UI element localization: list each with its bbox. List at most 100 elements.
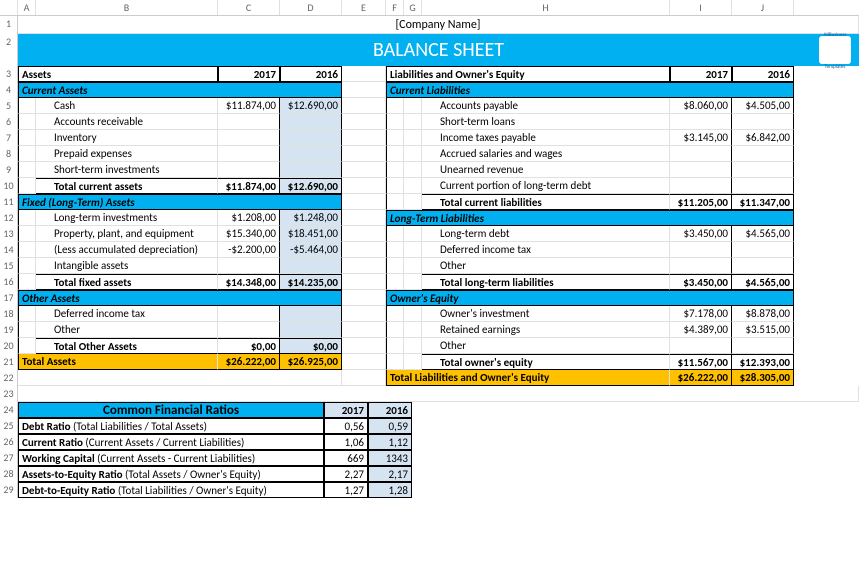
wc-label[interactable]: Working Capital (Current Assets - Curren… (18, 450, 324, 466)
ret-earn-2016[interactable]: $3.515,00 (732, 322, 794, 338)
lt-inv-2016[interactable]: $1.248,00 (280, 210, 342, 226)
ate-2017[interactable]: 2,27 (324, 466, 368, 482)
row-header[interactable]: 4 (0, 82, 18, 98)
total-other-2017[interactable]: $0,00 (218, 338, 280, 354)
col-header-A[interactable]: A (18, 0, 36, 15)
total-fixed-label[interactable]: Total fixed assets (36, 274, 218, 290)
inc-tax-2017[interactable]: $3.145,00 (670, 130, 732, 146)
st-inv-label[interactable]: Short-term investments (36, 162, 218, 178)
own-inv-2016[interactable]: $8.878,00 (732, 306, 794, 322)
ap-label[interactable]: Accounts payable (422, 98, 670, 114)
ap-2017[interactable]: $8.060,00 (670, 98, 732, 114)
liabilities-header[interactable]: Liabilities and Owner's Equity (386, 66, 670, 82)
row-header[interactable]: 10 (0, 178, 18, 194)
other-asset-label[interactable]: Other (36, 322, 218, 338)
total-cur-liab-2017[interactable]: $11.205,00 (670, 194, 732, 210)
col-header-G[interactable]: G (404, 0, 422, 15)
row-header[interactable]: 26 (0, 434, 18, 450)
debt-ratio-label[interactable]: Debt Ratio (Total Liabilities / Total As… (18, 418, 324, 434)
total-other-label[interactable]: Total Other Assets (36, 338, 218, 354)
ret-earn-label[interactable]: Retained earnings (422, 322, 670, 338)
unearned-label[interactable]: Unearned revenue (422, 162, 670, 178)
current-liab-section[interactable]: Current Liabilities (386, 82, 794, 98)
lt-debt-2016[interactable]: $4.565,00 (732, 226, 794, 242)
inc-tax-label[interactable]: Income taxes payable (422, 130, 670, 146)
def-tax-asset-label[interactable]: Deferred income tax (36, 306, 218, 322)
ret-earn-2017[interactable]: $4.389,00 (670, 322, 732, 338)
own-inv-2017[interactable]: $7.178,00 (670, 306, 732, 322)
intangible-label[interactable]: Intangible assets (36, 258, 218, 274)
dte-2017[interactable]: 1,27 (324, 482, 368, 498)
row-header[interactable]: 23 (0, 386, 18, 402)
ate-label[interactable]: Assets-to-Equity Ratio (Total Assets / O… (18, 466, 324, 482)
row-header[interactable]: 16 (0, 274, 18, 290)
row-header[interactable]: 18 (0, 306, 18, 322)
col-header-B[interactable]: B (36, 0, 218, 15)
cash-2016[interactable]: $12.690,00 (280, 98, 342, 114)
depr-label[interactable]: (Less accumulated depreciation) (36, 242, 218, 258)
row-header[interactable]: 24 (0, 402, 18, 418)
cash-label[interactable]: Cash (36, 98, 218, 114)
col-header-I[interactable]: I (670, 0, 732, 15)
row-header[interactable]: 11 (0, 194, 18, 210)
current-ratio-2017[interactable]: 1,06 (324, 434, 368, 450)
col-header-C[interactable]: C (218, 0, 280, 15)
total-lt-liab-2016[interactable]: $4.565,00 (732, 274, 794, 290)
total-cur-liab-label[interactable]: Total current liabilities (422, 194, 670, 210)
total-eq-2017[interactable]: $11.567,00 (670, 354, 732, 370)
row-header[interactable]: 2 (0, 34, 18, 66)
ap-2016[interactable]: $4.505,00 (732, 98, 794, 114)
lt-inv-label[interactable]: Long-term investments (36, 210, 218, 226)
spreadsheet[interactable]: A B C D E F G H I J 1 [Company Name] 2 B… (0, 0, 859, 565)
dte-label[interactable]: Debt-to-Equity Ratio (Total Liabilities … (18, 482, 324, 498)
total-fixed-2016[interactable]: $14.235,00 (280, 274, 342, 290)
row-header[interactable]: 12 (0, 210, 18, 226)
debt-ratio-2016[interactable]: 0,59 (368, 418, 412, 434)
row-header[interactable]: 27 (0, 450, 18, 466)
own-inv-label[interactable]: Owner's investment (422, 306, 670, 322)
total-current-assets-label[interactable]: Total current assets (36, 178, 218, 194)
total-cur-liab-2016[interactable]: $11.347,00 (732, 194, 794, 210)
col-header-H[interactable]: H (422, 0, 670, 15)
row-header[interactable]: 29 (0, 482, 18, 498)
row-header[interactable]: 21 (0, 354, 18, 370)
row-header[interactable]: 15 (0, 258, 18, 274)
total-eq-2016[interactable]: $12.393,00 (732, 354, 794, 370)
ppe-2017[interactable]: $15.340,00 (218, 226, 280, 242)
other-assets-section[interactable]: Other Assets (18, 290, 342, 306)
accrued-label[interactable]: Accrued salaries and wages (422, 146, 670, 162)
inventory-label[interactable]: Inventory (36, 130, 218, 146)
row-header[interactable]: 28 (0, 466, 18, 482)
total-liab-eq-2016[interactable]: $28.305,00 (732, 370, 794, 386)
total-current-assets-2016[interactable]: $12.690,00 (280, 178, 342, 194)
ratio-year-2016[interactable]: 2016 (368, 402, 412, 418)
row-header[interactable]: 7 (0, 130, 18, 146)
current-ratio-2016[interactable]: 1,12 (368, 434, 412, 450)
def-tax-liab-label[interactable]: Deferred income tax (422, 242, 670, 258)
row-header[interactable]: 5 (0, 98, 18, 114)
wc-2016[interactable]: 1343 (368, 450, 412, 466)
row-header[interactable]: 9 (0, 162, 18, 178)
year-2017-r[interactable]: 2017 (670, 66, 732, 82)
total-lt-liab-label[interactable]: Total long-term liabilities (422, 274, 670, 290)
lt-liab-section[interactable]: Long-Term Liabilities (386, 210, 794, 226)
prepaid-label[interactable]: Prepaid expenses (36, 146, 218, 162)
inc-tax-2016[interactable]: $6.842,00 (732, 130, 794, 146)
lt-inv-2017[interactable]: $1.208,00 (218, 210, 280, 226)
wc-2017[interactable]: 669 (324, 450, 368, 466)
row-header[interactable]: 20 (0, 338, 18, 354)
ratio-year-2017[interactable]: 2017 (324, 402, 368, 418)
total-liab-eq-2017[interactable]: $26.222,00 (670, 370, 732, 386)
total-assets-label[interactable]: Total Assets (18, 354, 218, 370)
ate-2016[interactable]: 2,17 (368, 466, 412, 482)
current-ratio-label[interactable]: Current Ratio (Current Assets / Current … (18, 434, 324, 450)
row-header[interactable]: 8 (0, 146, 18, 162)
total-fixed-2017[interactable]: $14.348,00 (218, 274, 280, 290)
total-other-2016[interactable]: $0,00 (280, 338, 342, 354)
total-assets-2016[interactable]: $26.925,00 (280, 354, 342, 370)
total-liab-eq-label[interactable]: Total Liabilities and Owner's Equity (386, 370, 670, 386)
year-2017[interactable]: 2017 (218, 66, 280, 82)
row-header[interactable]: 1 (0, 16, 18, 34)
row-header[interactable]: 3 (0, 66, 18, 82)
cash-2017[interactable]: $11.874,00 (218, 98, 280, 114)
